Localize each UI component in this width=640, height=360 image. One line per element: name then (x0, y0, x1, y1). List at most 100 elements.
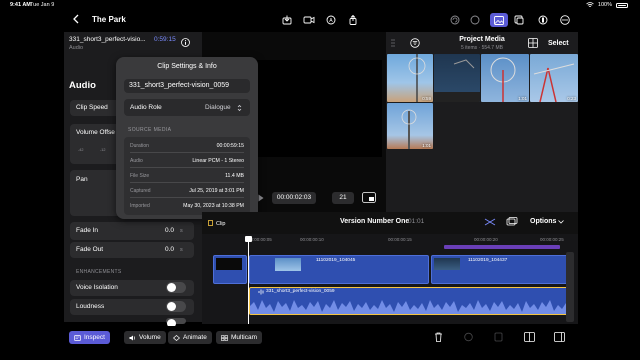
volume-button[interactable]: Volume (124, 331, 166, 344)
field-label: Audio (130, 158, 143, 164)
fade-out-value[interactable]: 0.0 (165, 246, 174, 253)
detach-icon[interactable] (506, 217, 518, 227)
inspect-icon (74, 334, 81, 341)
loudness-label: Loudness (76, 303, 105, 310)
svg-text:A: A (329, 18, 333, 24)
status-right: 100% (586, 2, 628, 8)
field-label: File Size (130, 173, 150, 179)
select-button[interactable]: Select (548, 40, 569, 47)
photos-icon[interactable] (490, 13, 508, 27)
status-bar: 9:41 AM Tue Jan 9 100% (0, 0, 640, 10)
field-value: 11.4 MB (225, 173, 244, 179)
voiceover-icon[interactable]: A (324, 13, 338, 27)
viewer-zoom[interactable]: 21 (332, 192, 354, 204)
field-label: Duration (130, 143, 149, 149)
media-thumbnail[interactable] (434, 54, 480, 102)
info-icon[interactable] (181, 38, 190, 47)
media-browser-subtitle: 5 items · 554.7 MB (461, 45, 503, 51)
viewer-screen[interactable] (238, 60, 382, 157)
field-label: Imported (130, 203, 150, 209)
thumbnail-duration: 1:01 (422, 143, 431, 148)
thumbnail-duration: 0:59 (422, 96, 431, 101)
clip-speed-label: Clip Speed (76, 104, 108, 111)
playhead[interactable] (248, 236, 249, 324)
audio-role-value[interactable]: Dialogue (205, 104, 231, 111)
popover-title: Clip Settings & Info (157, 63, 217, 70)
sidebar-icon[interactable] (554, 332, 565, 342)
more-icon[interactable] (558, 13, 572, 27)
multicam-icon (221, 334, 228, 341)
ruler-tick: 00:00:00:25 (540, 237, 564, 242)
undo-icon[interactable] (448, 13, 462, 27)
divider (130, 152, 244, 153)
audio-clip-icon (258, 289, 264, 295)
animate-icon (173, 334, 180, 341)
ruler-tick: 00:00:00:10 (300, 237, 324, 242)
filter-icon[interactable] (410, 38, 420, 48)
video-clip[interactable] (213, 255, 247, 284)
fade-out-label: Fade Out (76, 246, 104, 253)
thumbnail-duration: 0:23 (567, 96, 576, 101)
video-clip-label: 11102019_104437 (468, 258, 508, 263)
enhancements-heading: ENHANCEMENTS (76, 269, 122, 275)
redo-icon[interactable] (468, 13, 482, 27)
media-browser-icon[interactable] (512, 13, 526, 27)
options-button[interactable]: Options (530, 218, 556, 225)
voice-isolation-toggle[interactable] (166, 282, 186, 293)
next-toggle[interactable] (166, 318, 186, 328)
disabled-icon[interactable] (464, 332, 473, 342)
ruler-tick: 00:00:00:15 (388, 237, 412, 242)
import-icon[interactable] (280, 13, 294, 27)
status-date: Tue Jan 9 (30, 2, 55, 8)
chevron-updown-icon (237, 104, 242, 112)
volume-label: Volume (139, 334, 161, 341)
clip-name-field[interactable]: 331_short3_perfect-vision_0059 (124, 79, 250, 93)
volume-label: Volume Offse (76, 129, 115, 136)
divider (130, 167, 244, 168)
media-thumbnail[interactable]: 1:01 (387, 103, 433, 149)
field-value: May 30, 2023 at 10:38 PM (183, 203, 244, 209)
camera-icon[interactable] (302, 13, 316, 27)
battery-percent: 100% (597, 2, 612, 8)
inspector-toggle-icon[interactable] (536, 13, 550, 27)
animate-button[interactable]: Animate (168, 331, 212, 344)
media-thumbnail[interactable]: 1:01 (481, 54, 529, 102)
playhead-handle[interactable] (245, 236, 252, 242)
connected-title-clip[interactable] (444, 245, 560, 249)
grid-view-icon[interactable] (528, 38, 538, 48)
source-media-heading: SOURCE MEDIA (128, 127, 172, 133)
split-icon[interactable] (484, 217, 496, 227)
video-clip-label: 11102019_104045 (316, 258, 356, 263)
multicam-button[interactable]: Multicam (216, 331, 263, 344)
project-title: The Park (92, 15, 126, 24)
timeline-clip-label: Clip (216, 221, 226, 227)
loudness-toggle[interactable] (166, 301, 186, 312)
inspector-clip-duration: 0:59:15 (154, 36, 176, 43)
chevron-down-icon (558, 220, 564, 224)
voice-isolation-label: Voice Isolation (76, 284, 118, 291)
media-thumbnail[interactable]: 0:59 (387, 54, 433, 102)
trash-icon[interactable] (434, 332, 443, 342)
audio-clip-label: 331_short3_perfect-vision_0059 (266, 289, 335, 294)
field-value: Jul 25, 2019 at 3:01 PM (189, 188, 244, 194)
play-icon[interactable] (258, 194, 264, 202)
media-thumbnail[interactable]: 0:23 (530, 54, 578, 102)
inspector-section-title: Audio (69, 80, 96, 91)
inspector-clip-name: 331_short3_perfect-visio... (69, 36, 146, 43)
fade-in-value[interactable]: 0.0 (165, 227, 174, 234)
drag-handle-icon[interactable] (391, 38, 395, 48)
split-view-icon[interactable] (524, 332, 535, 342)
share-icon[interactable] (346, 13, 360, 27)
fullscreen-icon[interactable] (362, 192, 376, 203)
inspect-button[interactable]: Inspect (69, 331, 110, 344)
viewer-timecode[interactable]: 00:00:02:03 (272, 192, 316, 204)
back-chevron-icon[interactable] (72, 14, 80, 24)
thumbnail-duration: 1:01 (518, 96, 527, 101)
divider (130, 197, 244, 198)
divider (130, 182, 244, 183)
animate-label: Animate (183, 334, 207, 341)
disabled-icon[interactable] (494, 332, 503, 342)
project-name: Version Number One (340, 218, 410, 225)
field-label: Captured (130, 188, 151, 194)
volume-meter[interactable]: -42 -12 (78, 148, 118, 158)
